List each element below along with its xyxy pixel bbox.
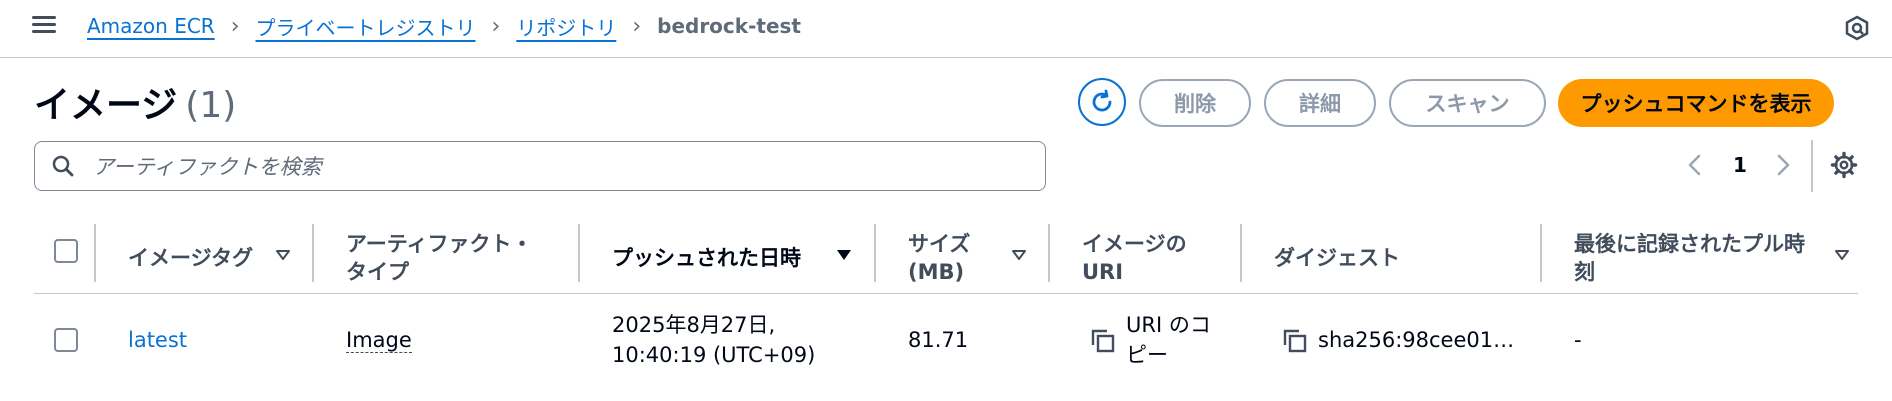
column-header-last-pulled-line2: 刻	[1574, 260, 1595, 284]
delete-button[interactable]: 削除	[1139, 79, 1251, 127]
search-input[interactable]	[91, 148, 1025, 186]
column-resizer[interactable]	[1540, 224, 1542, 282]
last-pull-value: -	[1574, 328, 1582, 352]
copy-uri-button[interactable]: URI のコ ピー	[1126, 310, 1211, 370]
artifact-type: Image	[346, 325, 412, 355]
settings-icon[interactable]	[1830, 151, 1858, 179]
chevron-right-icon[interactable]	[1771, 151, 1795, 179]
column-resizer[interactable]	[578, 224, 580, 282]
chevron-right-icon: ›	[230, 13, 240, 39]
copy-icon[interactable]	[1090, 328, 1116, 354]
caret-down-icon[interactable]	[1010, 246, 1028, 264]
menu-icon[interactable]	[32, 14, 58, 36]
column-resizer[interactable]	[94, 224, 96, 282]
refresh-icon	[1092, 89, 1112, 112]
image-tag-text[interactable]: latest	[128, 328, 187, 352]
column-resizer[interactable]	[1048, 224, 1050, 282]
page-title: イメージ (1)	[34, 76, 236, 128]
column-header-image-uri: イメージの URI	[1082, 222, 1187, 294]
column-header-size[interactable]: サイズ (MB)	[908, 222, 970, 294]
pushed-at: 2025年8月27日, 10:40:19 (UTC+09)	[612, 310, 815, 370]
scan-button[interactable]: スキャン	[1389, 79, 1546, 127]
chevron-right-icon: ›	[632, 13, 642, 39]
caret-down-icon[interactable]	[1833, 246, 1851, 264]
column-header-size-line2: (MB)	[908, 260, 965, 284]
current-page-number[interactable]: 1	[1730, 153, 1750, 177]
column-header-last-pulled[interactable]: 最後に記録されたプル時 刻	[1574, 222, 1805, 294]
search-icon	[52, 155, 74, 177]
column-header-artifact-type[interactable]: アーティファクト・ タイプ	[346, 222, 532, 294]
column-resizer[interactable]	[312, 224, 314, 282]
select-all-checkbox[interactable]	[54, 239, 78, 263]
breadcrumb-current: bedrock-test	[657, 14, 801, 38]
image-size: 81.71	[908, 328, 969, 352]
column-header-image-uri-line2: URI	[1082, 260, 1124, 284]
breadcrumb-link-repositories[interactable]: リポジトリ	[516, 12, 616, 41]
column-header-pushed-at-label: プッシュされた日時	[612, 246, 801, 270]
column-header-image-uri-line1: イメージの	[1082, 232, 1187, 256]
column-header-last-pulled-line1: 最後に記録されたプル時	[1574, 232, 1805, 256]
pushed-at-date: 2025年8月27日,	[612, 313, 776, 337]
copy-uri-label-line2: ピー	[1126, 343, 1168, 367]
column-header-image-tag[interactable]: イメージタグ	[128, 222, 253, 294]
refresh-button[interactable]	[1078, 78, 1126, 126]
column-resizer[interactable]	[874, 224, 876, 282]
caret-down-icon[interactable]	[274, 246, 292, 264]
digest-value: sha256:98cee01…	[1318, 328, 1515, 352]
artifact-type-text: Image	[346, 328, 412, 353]
column-header-pushed-at[interactable]: プッシュされた日時	[612, 222, 801, 294]
search-box	[34, 141, 1046, 191]
copy-uri-label-line1: URI のコ	[1126, 313, 1211, 337]
copy-icon[interactable]	[1282, 328, 1308, 354]
table-header: イメージタグ アーティファクト・ タイプ プッシュされた日時 サイズ (MB) …	[34, 222, 1858, 294]
column-header-size-line1: サイズ	[908, 232, 971, 256]
details-button[interactable]: 詳細	[1264, 79, 1376, 127]
caret-down-icon[interactable]	[835, 246, 853, 264]
breadcrumb-link-private-registry[interactable]: プライベートレジストリ	[256, 12, 476, 41]
image-count: (1)	[185, 85, 237, 126]
column-header-digest: ダイジェスト	[1274, 222, 1400, 294]
chevron-right-icon: ›	[491, 13, 501, 39]
column-header-digest-label: ダイジェスト	[1274, 246, 1400, 270]
chevron-left-icon[interactable]	[1683, 151, 1707, 179]
breadcrumb-link-amazon-ecr[interactable]: Amazon ECR	[87, 14, 215, 38]
table-row: latest Image 2025年8月27日, 10:40:19 (UTC+0…	[34, 294, 1858, 401]
column-resizer[interactable]	[1240, 224, 1242, 282]
top-bar: Amazon ECR › プライベートレジストリ › リポジトリ › bedro…	[0, 0, 1892, 58]
breadcrumb: Amazon ECR › プライベートレジストリ › リポジトリ › bedro…	[87, 10, 801, 42]
pushed-at-time: 10:40:19 (UTC+09)	[612, 343, 816, 367]
pagination-divider	[1811, 140, 1813, 192]
row-checkbox[interactable]	[54, 328, 78, 352]
column-header-image-tag-label: イメージタグ	[128, 246, 254, 270]
column-header-artifact-type-line1: アーティファクト・	[346, 232, 533, 256]
page-title-text: イメージ	[34, 85, 178, 126]
view-push-commands-button[interactable]: プッシュコマンドを表示	[1558, 79, 1834, 127]
column-header-artifact-type-line2: タイプ	[346, 260, 409, 284]
image-tag-link[interactable]: latest	[128, 325, 187, 355]
help-icon[interactable]	[1843, 14, 1871, 42]
